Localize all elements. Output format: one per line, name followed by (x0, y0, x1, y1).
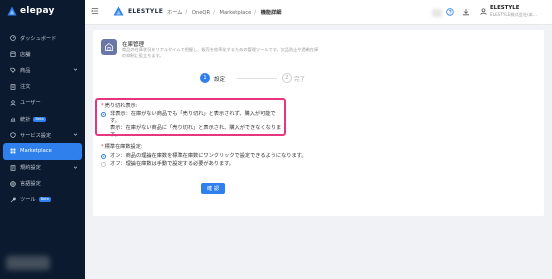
user-icon (480, 8, 487, 15)
standard-stock-option-on[interactable]: オン：商品の理論在庫数を標準在庫数にワンクリックで設定できるようになります。 (101, 153, 307, 160)
sidebar-item-store[interactable]: 店舗 (0, 46, 85, 62)
help-icon[interactable] (446, 8, 454, 18)
sidebar-item-stats[interactable]: 統計 Beta (0, 111, 85, 127)
breadcrumb-home[interactable]: ホーム (167, 10, 182, 16)
chevron-down-icon (73, 132, 78, 139)
chevron-down-icon (73, 67, 78, 74)
sidebar-item-language[interactable]: 言語設定 (0, 176, 85, 192)
product-icon (10, 67, 16, 74)
elepay-logo-icon (7, 6, 17, 16)
step-2-label: 完了 (294, 77, 306, 83)
user-name: ELESTYLE (490, 5, 520, 11)
stats-icon (10, 116, 16, 122)
logo-text: elepay (20, 6, 55, 16)
sidebar-item-label: ダッシュボード (20, 35, 57, 42)
brand: ELESTYLE (113, 6, 163, 16)
sidebar-item-label: 商品 (20, 67, 31, 74)
highlight-box (95, 98, 286, 136)
service-icon (10, 132, 16, 139)
sidebar-item-label: ツール (20, 197, 36, 204)
standard-stock-option-on-text: オン：商品の理論在庫数を標準在庫数にワンクリックで設定できるようになります。 (110, 153, 307, 159)
logo[interactable]: elepay (7, 6, 55, 16)
sidebar-item-label: 注文 (20, 84, 31, 91)
beta-badge: Beta (33, 116, 46, 122)
breadcrumb: ホーム / OneQR / Marketplace / 機能詳細 (167, 10, 282, 16)
download-icon[interactable] (462, 8, 470, 18)
app-description: 商品の在庫状況をリアルタイムで把握し、販売を効率化するための管理ツールです。欠品… (122, 47, 319, 58)
step-connector (237, 78, 277, 79)
header-blurred-item (432, 9, 442, 17)
tool-icon (10, 197, 16, 203)
sidebar-item-service-settings[interactable]: サービス設定 (0, 127, 85, 143)
step-indicator: 1 設定 2 完了 (200, 73, 420, 87)
sidebar-item-label: サービス設定 (20, 132, 52, 139)
standard-stock-label-text: 標準在庫数設定: (104, 144, 143, 150)
terms-icon (10, 164, 16, 171)
sidebar-item-label: 規約設定 (20, 165, 41, 172)
marketplace-icon (10, 148, 16, 154)
step-2-circle: 2 (282, 73, 292, 83)
sidebar-item-tools[interactable]: ツール Beta (0, 192, 85, 208)
sidebar-item-label: ユーザー (20, 100, 41, 107)
brand-name: ELESTYLE (128, 7, 164, 15)
sidebar-item-users[interactable]: ユーザー (0, 95, 85, 111)
dashboard-icon (10, 35, 16, 41)
step-1-label: 設定 (214, 77, 226, 83)
sidebar-item-label: 統計 (20, 116, 31, 123)
confirm-button[interactable]: 確 認 (201, 183, 225, 194)
standard-stock-option-off-text: オフ：理論在庫数は手動で設定する必要があります。 (110, 161, 234, 167)
elestyle-logo-icon (113, 6, 124, 16)
chevron-down-icon (73, 165, 78, 172)
sidebar-item-label: 店舗 (20, 51, 31, 58)
beta-badge: Beta (38, 197, 51, 203)
sidebar-item-label: Marketplace (20, 148, 52, 155)
sidebar-footer (6, 256, 50, 270)
sidebar: elepay ダッシュボード 店舗 商品 注文 ユーザー 統計 Beta サービ… (0, 0, 85, 279)
step-1-circle: 1 (200, 73, 210, 83)
store-icon (10, 51, 16, 58)
user-icon (10, 100, 16, 106)
sidebar-item-label: 言語設定 (20, 181, 41, 188)
order-icon (10, 83, 16, 90)
sidebar-item-orders[interactable]: 注文 (0, 79, 85, 95)
sidebar-nav: ダッシュボード 店舗 商品 注文 ユーザー 統計 Beta サービス設定 Mar… (0, 30, 85, 208)
user-menu[interactable]: ELESTYLE ELESTYLE株式会社(本... (480, 5, 537, 18)
menu-toggle-icon[interactable] (91, 7, 99, 17)
standard-stock-off-radio[interactable] (101, 162, 106, 167)
top-header: ELESTYLE ホーム / OneQR / Marketplace / 機能詳細 E… (85, 0, 552, 25)
breadcrumb-oneqr[interactable]: OneQR (192, 10, 210, 16)
language-icon (10, 181, 16, 187)
sidebar-item-terms[interactable]: 規約設定 (0, 160, 85, 176)
inventory-app-icon (101, 39, 117, 55)
user-company: ELESTYLE株式会社(本... (490, 12, 537, 17)
standard-stock-option-off[interactable]: オフ：理論在庫数は手動で設定する必要があります。 (101, 161, 234, 168)
breadcrumb-current: 機能詳細 (260, 10, 282, 16)
standard-stock-on-radio[interactable] (101, 154, 106, 159)
breadcrumb-marketplace[interactable]: Marketplace (219, 10, 251, 16)
sidebar-item-products[interactable]: 商品 (0, 62, 85, 78)
sidebar-item-marketplace[interactable]: Marketplace (3, 143, 82, 160)
standard-stock-field-label: *標準在庫数設定: (101, 144, 143, 150)
sidebar-item-dashboard[interactable]: ダッシュボード (0, 30, 85, 46)
